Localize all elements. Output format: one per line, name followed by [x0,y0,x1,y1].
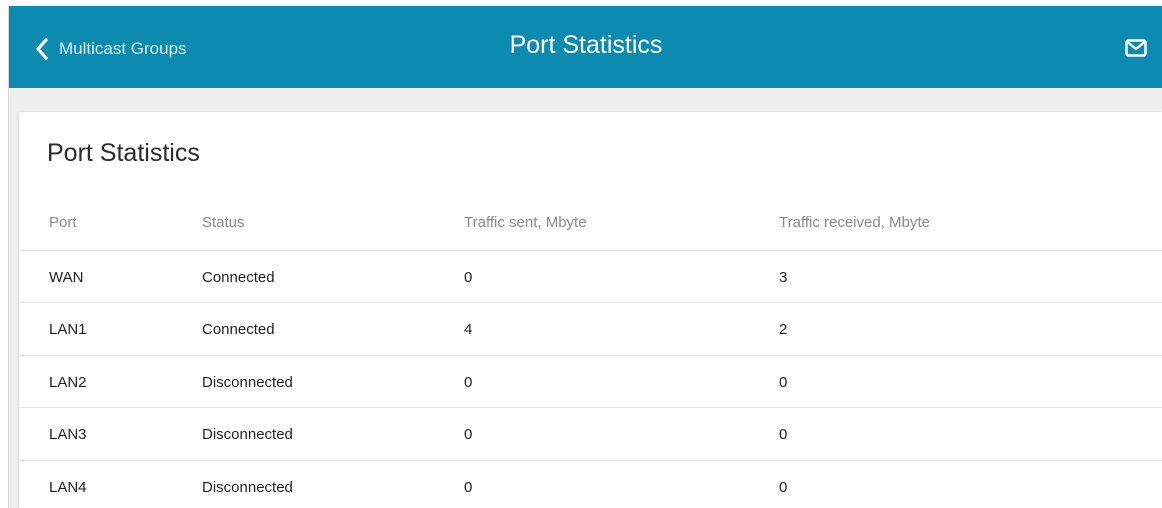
app-frame: Multicast Groups Port Statistics Port St… [8,6,1162,508]
table-row: LAN1 Connected 4 2 [19,302,1162,355]
status-cell: Connected [202,302,464,355]
card-title: Port Statistics [47,139,200,167]
traffic-sent-cell: 0 [464,249,779,303]
table-header-row: Port Status Traffic sent, Mbyte Traffic … [19,192,1162,250]
column-header-port: Port [49,214,77,232]
status-cell: Disconnected [202,407,464,460]
traffic-sent-cell: 0 [464,354,779,408]
traffic-received-cell: 2 [779,302,1162,355]
port-statistics-table: Port Status Traffic sent, Mbyte Traffic … [19,192,1162,508]
port-statistics-card: Port Statistics Port Status Traffic sent… [19,112,1162,508]
traffic-received-cell: 0 [779,407,1162,460]
table-row: LAN4 Disconnected 0 0 [19,459,1162,508]
traffic-sent-cell: 0 [464,407,779,460]
port-cell: WAN [19,249,202,303]
traffic-sent-cell: 0 [464,459,779,508]
column-header-traffic-sent: Traffic sent, Mbyte [464,214,587,232]
status-cell: Disconnected [202,354,464,408]
column-header-traffic-received: Traffic received, Mbyte [779,214,930,232]
port-cell: LAN4 [19,459,202,508]
traffic-received-cell: 3 [779,249,1162,303]
page-title: Port Statistics [509,31,663,59]
port-cell: LAN3 [19,407,202,460]
table-row: WAN Connected 0 3 [19,249,1162,303]
port-cell: LAN1 [19,302,202,355]
traffic-received-cell: 0 [779,354,1162,408]
table-row: LAN3 Disconnected 0 0 [19,407,1162,460]
status-cell: Disconnected [202,459,464,508]
mail-icon[interactable] [1125,39,1147,57]
traffic-sent-cell: 4 [464,302,779,355]
port-cell: LAN2 [19,354,202,408]
status-cell: Connected [202,249,464,303]
top-bar: Multicast Groups Port Statistics [9,6,1162,88]
traffic-received-cell: 0 [779,459,1162,508]
table-row: LAN2 Disconnected 0 0 [19,354,1162,408]
column-header-status: Status [202,214,245,232]
